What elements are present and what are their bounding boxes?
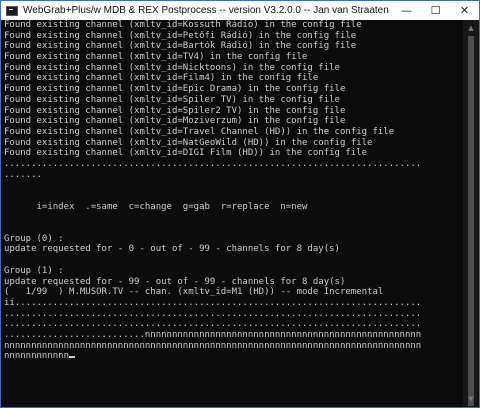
console-line: Found existing channel (xmltv_id=TV4) in… bbox=[4, 52, 308, 63]
title-bar[interactable]: WebGrab+Plus/w MDB & REX Postprocess -- … bbox=[1, 1, 479, 20]
window-controls: — ☐ ✕ bbox=[392, 1, 479, 20]
console-line: ........................................… bbox=[4, 319, 422, 330]
console-line: ..........................nnnnnnnnnnnnnn… bbox=[4, 329, 422, 340]
maximize-button[interactable]: ☐ bbox=[421, 1, 450, 20]
vertical-scrollbar[interactable]: ▲ ▼ bbox=[463, 20, 479, 407]
console-line: Found existing channel (xmltv_id=Epic Dr… bbox=[4, 84, 346, 95]
console-output[interactable]: Found existing channel (xmltv_id=Kossuth… bbox=[1, 20, 463, 407]
console-line: Group (0) : bbox=[4, 233, 64, 244]
console-window: WebGrab+Plus/w MDB & REX Postprocess -- … bbox=[0, 0, 480, 408]
maximize-icon: ☐ bbox=[430, 4, 441, 17]
console-line: nnnnnnnnnnnn bbox=[4, 351, 463, 362]
console-line: Found existing channel (xmltv_id=NatGeoW… bbox=[4, 137, 373, 148]
minimize-button[interactable]: — bbox=[392, 1, 421, 20]
console-line: Found existing channel (xmltv_id=Nicktoo… bbox=[4, 62, 340, 73]
close-icon: ✕ bbox=[459, 4, 470, 17]
console-line: Found existing channel (xmltv_id=Spiler2… bbox=[4, 105, 346, 116]
console-line: Found existing channel (xmltv_id=DIGI Fi… bbox=[4, 148, 368, 159]
console-line: Group (1) : bbox=[4, 265, 64, 276]
close-button[interactable]: ✕ bbox=[450, 1, 479, 20]
scroll-thumb[interactable] bbox=[468, 36, 474, 406]
minimize-icon: — bbox=[401, 4, 412, 17]
console-line: update requested for - 0 - out of - 99 -… bbox=[4, 244, 340, 255]
console-line: Found existing channel (xmltv_id=Kossuth… bbox=[4, 20, 362, 30]
console-line: ....... bbox=[4, 169, 42, 180]
console-line: i=index .=same c=change g=gab r=replace … bbox=[4, 201, 308, 212]
console-line: ( 1/99 ) M.MUSOR.TV -- chan. (xmltv_id=M… bbox=[4, 287, 384, 298]
console-line: Found existing channel (xmltv_id=Film4) … bbox=[4, 73, 319, 84]
window-title: WebGrab+Plus/w MDB & REX Postprocess -- … bbox=[23, 5, 389, 16]
console-line: Found existing channel (xmltv_id=Moziver… bbox=[4, 116, 346, 127]
scroll-down-arrow-icon[interactable]: ▼ bbox=[463, 391, 479, 407]
scroll-up-arrow-icon[interactable]: ▲ bbox=[463, 20, 479, 36]
text-cursor bbox=[69, 356, 76, 359]
console-line: ........................................… bbox=[4, 308, 422, 319]
console-line: nnnnnnnnnnnnnnnnnnnnnnnnnnnnnnnnnnnnnnnn… bbox=[4, 340, 422, 351]
console-line: ........................................… bbox=[4, 158, 422, 169]
console-line: Found existing channel (xmltv_id=Travel … bbox=[4, 126, 395, 137]
console-line: update requested for - 99 - out of - 99 … bbox=[4, 276, 346, 287]
console-line: Found existing channel (xmltv_id=Petőfi … bbox=[4, 30, 357, 41]
console-line: Found existing channel (xmltv_id=Spiler … bbox=[4, 94, 340, 105]
console-line: ii......................................… bbox=[4, 297, 422, 308]
console-line: Found existing channel (xmltv_id=Bartók … bbox=[4, 41, 357, 52]
console-app-icon[interactable] bbox=[6, 5, 18, 16]
